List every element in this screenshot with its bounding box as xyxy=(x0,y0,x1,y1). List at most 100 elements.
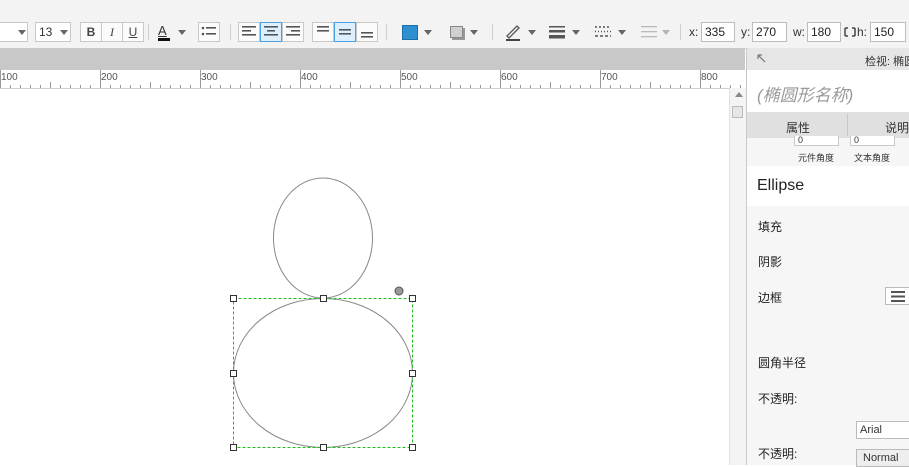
resize-handle[interactable] xyxy=(320,444,327,451)
bold-button[interactable]: B xyxy=(80,22,102,42)
corner-radius-label: 圆角半径 xyxy=(758,356,807,370)
italic-button[interactable]: I xyxy=(101,22,123,42)
tab-divider xyxy=(847,114,848,136)
tab-notes[interactable]: 说明 xyxy=(885,119,909,136)
valign-top-button[interactable] xyxy=(312,22,334,42)
formatting-toolbar: 13 B I U A x: 335 y: 270 w: 180 h: 150 xyxy=(0,8,909,49)
collapse-icon[interactable] xyxy=(757,54,767,64)
fill-label: 填充 xyxy=(758,220,783,234)
rotate-handle[interactable] xyxy=(394,286,404,296)
inspector-panel: 检视: 椭圆 (椭圆形名称) 属性 说明 0 0 元件角度 文本角度 Ellip… xyxy=(746,48,909,467)
border-label: 边框 xyxy=(758,291,783,305)
h-label: h: xyxy=(857,25,868,39)
valign-bottom-button[interactable] xyxy=(356,22,378,42)
chevron-down-icon xyxy=(60,30,68,35)
resize-handle[interactable] xyxy=(230,295,237,302)
valign-middle-button[interactable] xyxy=(334,22,356,42)
toolbar-divider xyxy=(386,24,387,40)
vertical-scrollbar[interactable] xyxy=(729,88,746,465)
shadow-icon xyxy=(450,26,463,38)
resize-handle[interactable] xyxy=(320,295,327,302)
border-weight-button[interactable] xyxy=(885,287,909,305)
tab-properties[interactable]: 属性 xyxy=(786,119,810,136)
valign-middle-icon xyxy=(339,29,351,35)
font-color-icon: A xyxy=(158,23,167,38)
toolbar-divider xyxy=(148,24,149,40)
line-style-button[interactable] xyxy=(592,22,632,42)
shadow-button[interactable] xyxy=(442,22,482,42)
line-weight-icon xyxy=(549,26,565,39)
ruler-label: 100 xyxy=(1,72,18,83)
w-input[interactable]: 180 xyxy=(807,22,841,42)
element-angle-label: 元件角度 xyxy=(798,153,835,163)
resize-handle[interactable] xyxy=(230,444,237,451)
name-field-area: (椭圆形名称) xyxy=(747,70,909,113)
ruler-label: 800 xyxy=(701,72,718,83)
toolbar-divider xyxy=(680,24,681,40)
element-angle-input[interactable]: 0 xyxy=(794,136,839,146)
border-row[interactable]: 边框 xyxy=(747,278,909,343)
ruler-label: 200 xyxy=(101,72,118,83)
font-color-button[interactable]: A xyxy=(156,22,190,42)
resize-handle[interactable] xyxy=(409,295,416,302)
shape-type-row: Ellipse xyxy=(747,166,909,207)
arrow-style-button[interactable] xyxy=(638,22,674,42)
bullet-list-icon xyxy=(201,26,216,36)
scroll-up-arrow-icon[interactable] xyxy=(735,92,743,97)
arrow-style-icon xyxy=(641,26,657,38)
y-input[interactable]: 270 xyxy=(752,22,787,42)
underline-button[interactable]: U xyxy=(122,22,144,42)
ellipse-body[interactable] xyxy=(233,298,413,448)
opacity-label: 不透明: xyxy=(758,392,798,406)
chevron-down-icon xyxy=(528,30,536,35)
shape-name-input[interactable]: (椭圆形名称) xyxy=(757,81,853,106)
fill-color-swatch xyxy=(402,25,418,40)
y-label: y: xyxy=(741,25,751,39)
h-input[interactable]: 150 xyxy=(870,22,906,42)
chevron-down-icon xyxy=(470,30,478,35)
line-weight-button[interactable] xyxy=(546,22,586,42)
chevron-down-icon xyxy=(424,30,432,35)
shadow-label: 阴影 xyxy=(758,255,783,269)
pencil-icon xyxy=(506,25,520,41)
opacity-label: 不透明: xyxy=(758,447,798,461)
design-canvas[interactable] xyxy=(0,89,729,465)
inspector-header: 检视: 椭圆 xyxy=(747,48,909,71)
ruler-label: 300 xyxy=(201,72,218,83)
shape-type-label: Ellipse xyxy=(757,177,805,194)
toolbar-divider xyxy=(492,24,493,40)
resize-handle[interactable] xyxy=(409,370,416,377)
text-angle-input[interactable]: 0 xyxy=(850,136,895,146)
align-left-button[interactable] xyxy=(238,22,260,42)
inspector-tabs: 属性 说明 xyxy=(747,112,909,139)
align-center-icon xyxy=(264,26,278,36)
horizontal-ruler: 100 200 300 400 500 600 700 800 xyxy=(0,70,745,89)
shadow-row[interactable]: 阴影 xyxy=(747,242,909,279)
menu-strip xyxy=(0,0,909,8)
resize-handle[interactable] xyxy=(409,444,416,451)
corner-radius-row[interactable]: 圆角半径 xyxy=(747,342,909,379)
bullet-list-button[interactable] xyxy=(198,22,220,42)
opacity-row[interactable]: 不透明: xyxy=(747,378,909,415)
text-angle-label: 文本角度 xyxy=(854,153,891,163)
line-weight-icon xyxy=(891,291,905,302)
fill-color-button[interactable] xyxy=(396,22,436,42)
align-right-button[interactable] xyxy=(282,22,304,42)
chevron-down-icon xyxy=(178,30,186,35)
align-center-button[interactable] xyxy=(260,22,282,42)
chevron-down-icon xyxy=(662,30,670,35)
lock-ratio-icon[interactable] xyxy=(844,27,856,37)
inspector-title: 检视: 椭圆 xyxy=(865,56,909,68)
fill-row[interactable]: 填充 xyxy=(747,206,909,243)
scroll-thumb[interactable] xyxy=(732,106,743,118)
ellipse-head[interactable] xyxy=(273,177,373,299)
resize-handle[interactable] xyxy=(230,370,237,377)
angle-row: 0 0 元件角度 文本角度 xyxy=(747,136,909,167)
ruler-label: 600 xyxy=(501,72,518,83)
font-weight-select[interactable]: Normal xyxy=(856,449,909,467)
align-right-icon xyxy=(286,26,300,36)
line-color-button[interactable] xyxy=(500,22,540,42)
font-family-select[interactable]: Arial xyxy=(856,421,909,439)
x-input[interactable]: 335 xyxy=(701,22,735,42)
w-label: w: xyxy=(793,25,805,39)
